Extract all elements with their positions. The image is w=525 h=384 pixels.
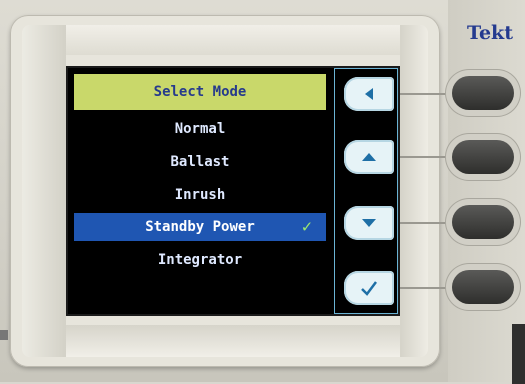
bezel-bevel-right xyxy=(400,25,428,357)
menu-item-label: Standby Power xyxy=(145,219,255,235)
menu-item-normal[interactable]: Normal xyxy=(74,115,326,143)
menu-item-ballast[interactable]: Ballast xyxy=(74,148,326,176)
instrument-panel: Tekt Select Mode Normal Ballast Inrush S… xyxy=(0,0,525,384)
softkey-connector-line xyxy=(400,93,458,95)
softkey-connector-line xyxy=(400,287,458,289)
bezel-bevel-bottom xyxy=(22,325,428,357)
menu-item-standby-power[interactable]: Standby Power ✓ xyxy=(74,213,326,241)
selected-checkmark-icon: ✓ xyxy=(301,217,312,237)
menu-item-label: Integrator xyxy=(157,252,243,268)
hardware-button-4[interactable] xyxy=(452,270,514,304)
triangle-left-icon xyxy=(365,88,373,100)
hardware-button-1[interactable] xyxy=(452,76,514,110)
softkey-connector-line xyxy=(400,222,458,224)
bezel-bevel-left xyxy=(22,25,66,357)
hardware-button-3[interactable] xyxy=(452,205,514,239)
softkey-up[interactable] xyxy=(344,140,394,174)
panel-edge-mark xyxy=(0,330,8,340)
panel-corner-connector xyxy=(512,324,525,384)
menu-title: Select Mode xyxy=(74,74,326,110)
menu-item-integrator[interactable]: Integrator xyxy=(74,246,326,274)
checkmark-icon xyxy=(361,281,377,296)
softkey-connector-line xyxy=(400,156,458,158)
menu-item-label: Inrush xyxy=(174,187,226,203)
menu-item-label: Normal xyxy=(174,121,226,137)
triangle-down-icon xyxy=(362,219,376,227)
bezel-bevel-top xyxy=(22,25,428,55)
softkey-down[interactable] xyxy=(344,206,394,240)
brand-logo: Tekt xyxy=(467,22,513,44)
lcd-screen: Select Mode Normal Ballast Inrush Standb… xyxy=(66,66,400,316)
menu-item-label: Ballast xyxy=(170,154,230,170)
menu-item-inrush[interactable]: Inrush xyxy=(74,181,326,209)
softkey-back[interactable] xyxy=(344,77,394,111)
triangle-up-icon xyxy=(362,153,376,161)
softkey-enter[interactable] xyxy=(344,271,394,305)
hardware-button-2[interactable] xyxy=(452,140,514,174)
